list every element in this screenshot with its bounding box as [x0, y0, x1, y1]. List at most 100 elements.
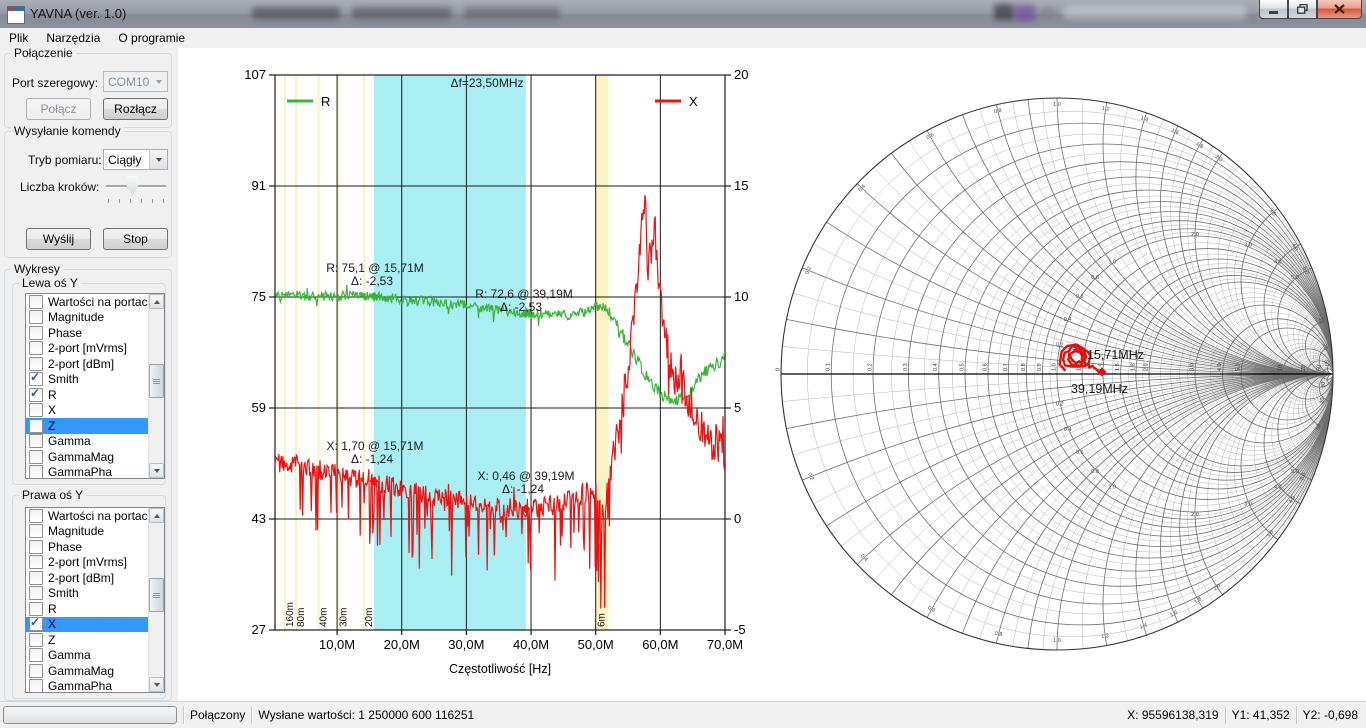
list-item-label: R [48, 388, 57, 402]
right-axis-listbox[interactable]: Wartości na portach ADCMagnitudePhase2-p… [25, 507, 165, 693]
checkbox-icon[interactable] [29, 648, 43, 662]
checkbox-icon[interactable] [29, 524, 43, 538]
svg-text:10: 10 [1315, 423, 1322, 430]
checkbox-icon[interactable] [29, 679, 43, 693]
checkbox-icon[interactable] [29, 450, 43, 464]
checkbox-icon[interactable] [29, 403, 43, 417]
checkbox-icon[interactable] [29, 310, 43, 324]
svg-text:30,0M: 30,0M [448, 637, 484, 652]
list-item-gamma[interactable]: Gamma [26, 434, 149, 450]
list-item-smith[interactable]: Smith [26, 586, 149, 602]
connect-button[interactable]: Połącz [26, 98, 91, 120]
list-item-gammamag[interactable]: GammaMag [26, 449, 149, 465]
separator [1225, 706, 1226, 724]
impedance-line-chart[interactable]: 160m80m40m30m20m6m107917559432720151050-… [180, 48, 840, 702]
status-sent-values: Wysłane wartości: 1 250000 600 116251 [258, 708, 474, 722]
left-axis-listbox[interactable]: Wartości na portach ADCMagnitudePhase2-p… [25, 293, 165, 479]
scrollbar[interactable] [148, 508, 164, 692]
steps-slider[interactable] [104, 173, 168, 205]
list-item-x[interactable]: X [26, 617, 149, 633]
checkbox-icon[interactable] [29, 571, 43, 585]
list-item-2-port-dbm-[interactable]: 2-port [dBm] [26, 570, 149, 586]
list-item-gammapha[interactable]: GammaPha [26, 679, 149, 694]
svg-text:0.2: 0.2 [1056, 401, 1064, 407]
checkbox-icon[interactable] [29, 419, 43, 433]
scrollbar-thumb[interactable] [149, 364, 164, 398]
slider-thumb[interactable] [127, 176, 138, 195]
serial-port-value: COM10 [104, 75, 150, 89]
send-button[interactable]: Wyślij [26, 228, 91, 250]
minimize-button[interactable] [1259, 0, 1288, 19]
svg-text:X: X [689, 94, 698, 109]
scrollbar[interactable] [148, 294, 164, 478]
list-item-smith[interactable]: Smith [26, 372, 149, 388]
scrollbar-thumb[interactable] [149, 578, 164, 612]
scroll-up-icon[interactable] [149, 508, 164, 523]
checkbox-checked-icon[interactable] [29, 372, 43, 386]
menu-plik[interactable]: Plik [0, 29, 37, 47]
checkbox-icon[interactable] [29, 633, 43, 647]
list-item-r[interactable]: R [26, 601, 149, 617]
redacted-icon-blur [994, 4, 1014, 20]
disconnect-button[interactable]: Rozłącz [103, 98, 168, 120]
checkbox-icon[interactable] [29, 664, 43, 678]
list-item-label: Wartości na portach ADC [48, 509, 149, 523]
checkbox-icon[interactable] [29, 509, 43, 523]
menu-narzedzia[interactable]: Narzędzia [37, 29, 109, 47]
serial-port-combobox[interactable]: COM10 [103, 71, 168, 92]
list-item-2-port-mvrms-[interactable]: 2-port [mVrms] [26, 341, 149, 357]
checkbox-icon[interactable] [29, 540, 43, 554]
checkbox-icon[interactable] [29, 357, 43, 371]
checkbox-icon[interactable] [29, 586, 43, 600]
list-item-gamma[interactable]: Gamma [26, 648, 149, 664]
menu-o-programie[interactable]: O programie [109, 29, 194, 47]
groupbox-left-axis-title: Lewa oś Y [19, 276, 81, 290]
scroll-up-icon[interactable] [149, 294, 164, 309]
svg-text:0.8: 0.8 [994, 631, 1003, 639]
list-item-gammapha[interactable]: GammaPha [26, 465, 149, 480]
list-item-label: Magnitude [48, 524, 104, 538]
measure-mode-combobox[interactable]: Ciągły [103, 149, 168, 170]
list-item-magnitude[interactable]: Magnitude [26, 310, 149, 326]
checkbox-icon[interactable] [29, 602, 43, 616]
checkbox-icon[interactable] [29, 465, 43, 479]
checkbox-checked-icon[interactable] [29, 617, 43, 631]
svg-text:70,0M: 70,0M [707, 637, 743, 652]
checkbox-icon[interactable] [29, 326, 43, 340]
svg-text:60,0M: 60,0M [642, 637, 678, 652]
restore-button[interactable] [1288, 0, 1317, 19]
checkbox-icon[interactable] [29, 295, 43, 309]
svg-text:20m: 20m [364, 608, 375, 627]
smith-chart[interactable]: 00.10.20.30.40.50.60.70.80.91.01.21.41.6… [770, 50, 1366, 702]
svg-text:0: 0 [734, 511, 741, 526]
list-item-2-port-dbm-[interactable]: 2-port [dBm] [26, 356, 149, 372]
list-item-magnitude[interactable]: Magnitude [26, 524, 149, 540]
list-item-phase[interactable]: Phase [26, 325, 149, 341]
list-item-z[interactable]: Z [26, 418, 149, 434]
checkbox-icon[interactable] [29, 555, 43, 569]
stop-button[interactable]: Stop [103, 228, 168, 250]
list-item-2-port-mvrms-[interactable]: 2-port [mVrms] [26, 555, 149, 571]
svg-text:20,0M: 20,0M [384, 637, 420, 652]
separator [1296, 706, 1297, 724]
list-item-gammamag[interactable]: GammaMag [26, 663, 149, 679]
checkbox-icon[interactable] [29, 341, 43, 355]
list-item-phase[interactable]: Phase [26, 539, 149, 555]
svg-text:Δ: -1,24: Δ: -1,24 [502, 482, 544, 496]
list-item-label: Gamma [48, 648, 91, 662]
list-item-warto-ci-na-portach-adc[interactable]: Wartości na portach ADC [26, 294, 149, 310]
scroll-down-icon[interactable] [149, 463, 164, 478]
list-item-r[interactable]: R [26, 387, 149, 403]
list-item-warto-ci-na-portach-adc[interactable]: Wartości na portach ADC [26, 508, 149, 524]
minimize-icon [1269, 5, 1279, 14]
list-item-x[interactable]: X [26, 403, 149, 419]
svg-text:0.6: 0.6 [983, 363, 989, 371]
svg-text:0.4: 0.4 [933, 363, 939, 371]
groupbox-charts-title: Wykresy [11, 262, 63, 276]
checkbox-checked-icon[interactable] [29, 388, 43, 402]
list-item-label: Phase [48, 326, 82, 340]
list-item-z[interactable]: Z [26, 632, 149, 648]
checkbox-icon[interactable] [29, 434, 43, 448]
close-button[interactable] [1317, 0, 1362, 19]
scroll-down-icon[interactable] [149, 677, 164, 692]
